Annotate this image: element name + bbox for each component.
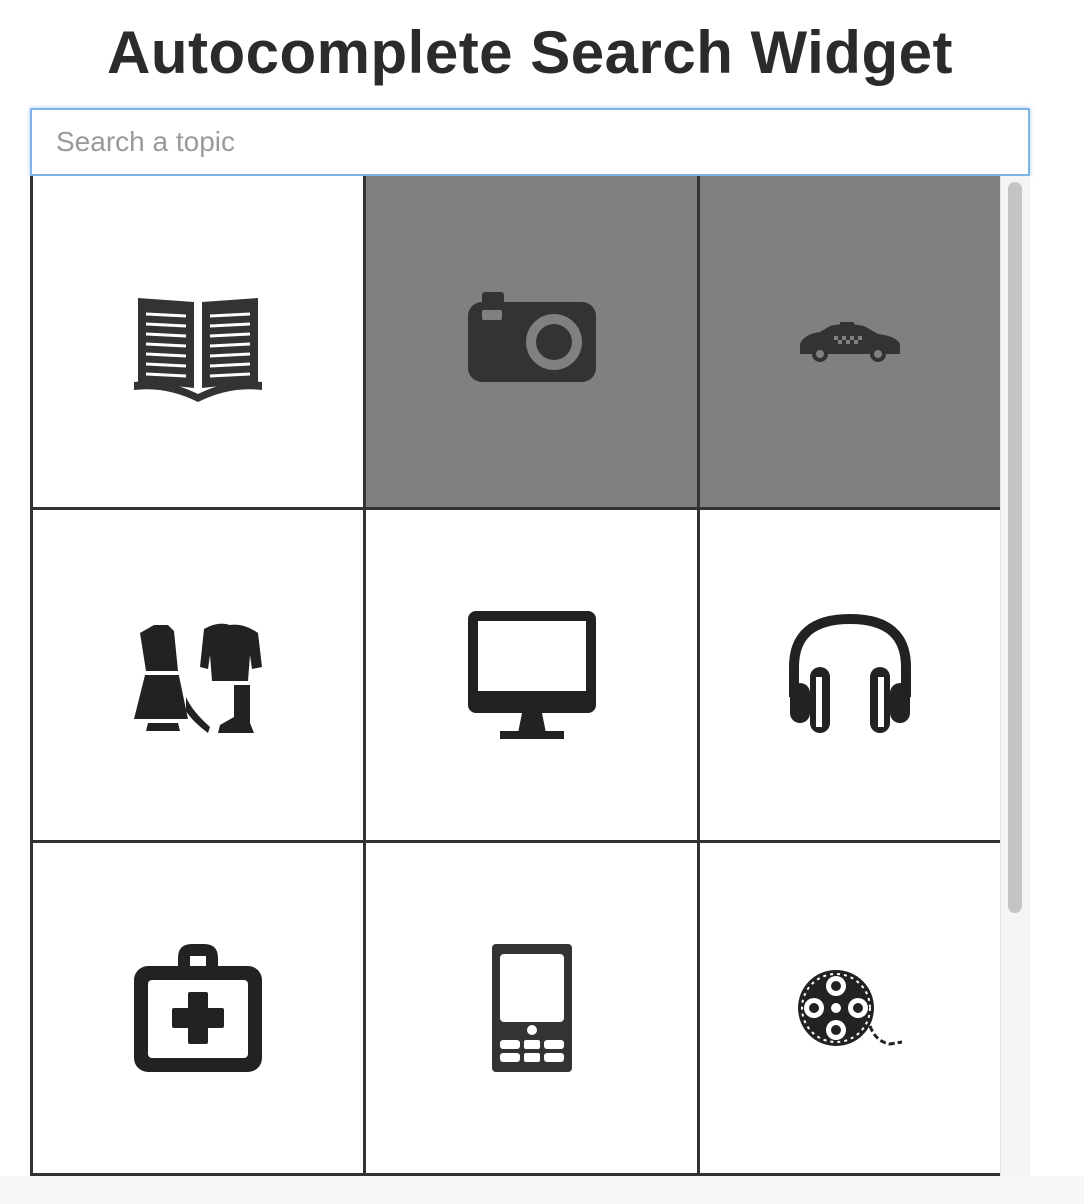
results-panel[interactable]: Books [30,176,1030,1176]
tile-label: Taxi [700,176,701,177]
result-tile-books[interactable]: Books [33,176,366,510]
scrollbar-thumb[interactable] [1008,182,1022,913]
result-tile-mobile-phones[interactable]: Mobile Phones [366,843,700,1176]
tile-label: Books [33,176,34,177]
monitor-icon [467,611,596,739]
result-tile-clothing[interactable]: Clothing [33,510,366,843]
tile-label: Clothing [33,510,34,511]
result-tile-medical[interactable]: Medical [33,843,366,1176]
clothing-icon [134,611,262,739]
mobile-phone-icon [468,944,596,1072]
results-scrollbar[interactable] [1000,176,1030,1176]
page-title: Autocomplete Search Widget [107,19,953,86]
tile-label: Headphones [700,510,701,511]
result-tile-cameras[interactable]: Cameras [366,176,700,510]
tile-label: Movies [700,843,701,844]
tile-label: Medical [33,843,34,844]
results-grid: Books [30,176,1003,1176]
page-footer-area [0,1176,1084,1204]
page: Autocomplete Search Widget Books [0,0,1084,1204]
result-tile-headphones[interactable]: Headphones [700,510,1003,843]
result-tile-taxi[interactable]: Taxi [700,176,1003,510]
camera-icon [467,278,596,406]
tile-label: Cameras [366,176,367,177]
search-input[interactable] [30,108,1030,176]
tile-label: Computers [366,510,367,511]
tile-label: Mobile Phones [366,843,367,844]
result-tile-movies[interactable]: Movies [700,843,1003,1176]
headphones-icon [786,611,914,739]
result-tile-computers[interactable]: Computers [366,510,700,843]
film-reel-icon [786,944,914,1072]
taxi-icon [786,278,914,406]
book-icon [134,278,262,406]
first-aid-kit-icon [134,944,262,1072]
